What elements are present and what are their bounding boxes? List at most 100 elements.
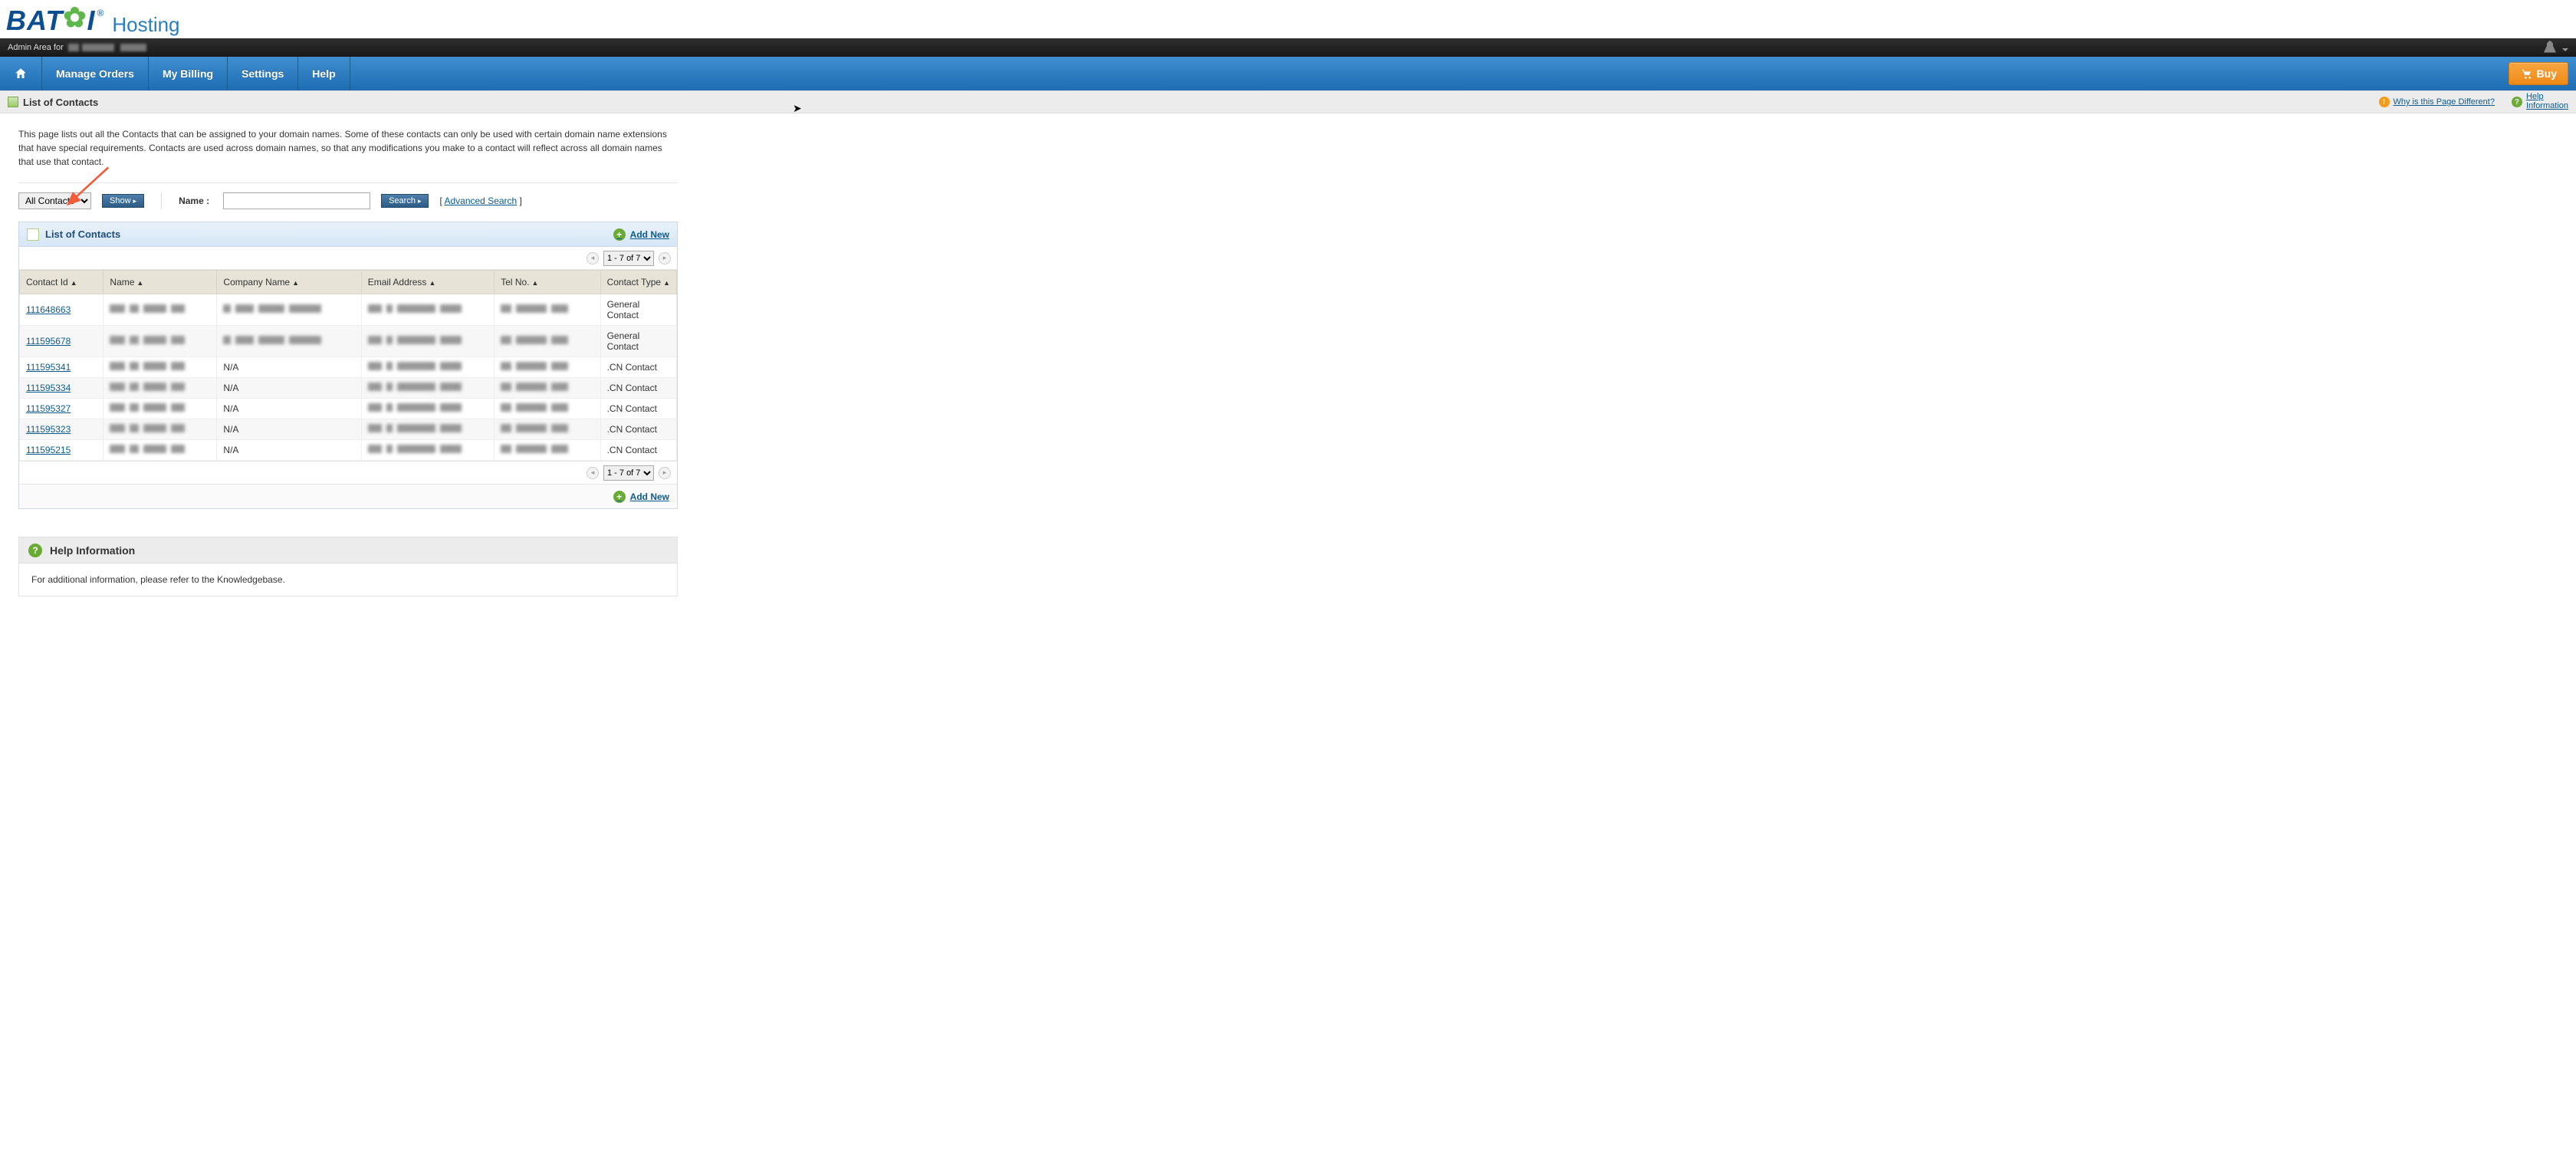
arrow-right-icon: ▸ [133,197,137,205]
cell-tel [495,326,600,357]
sort-asc-icon: ▲ [532,279,539,287]
user-menu[interactable] [2544,41,2568,55]
panel-title: List of Contacts [45,228,120,240]
col-contact-id[interactable]: Contact Id▲ [20,271,104,294]
brand-logo: BAT✿I® [6,5,104,37]
cell-tel [495,378,600,399]
contact-id-link[interactable]: 111595334 [26,383,71,393]
col-company[interactable]: Company Name▲ [217,271,361,294]
cell-email [361,357,494,378]
pager-next[interactable]: ▸ [659,467,671,479]
show-button[interactable]: Show▸ [102,194,144,208]
plus-icon: + [613,228,626,241]
page-icon [8,97,18,107]
why-different-link[interactable]: ! Why is this Page Different? [2379,97,2495,107]
pager-next[interactable]: ▸ [659,252,671,264]
panel-icon [27,228,39,241]
help-icon: ? [28,544,42,557]
nav-my-billing[interactable]: My Billing [149,57,228,90]
cell-type: .CN Contact [600,440,676,461]
contact-id-link[interactable]: 111595215 [26,445,71,455]
cell-company: N/A [217,419,361,440]
page-title: List of Contacts [23,97,98,108]
cell-tel [495,357,600,378]
page-description: This page lists out all the Contacts tha… [18,127,678,169]
main-content: This page lists out all the Contacts tha… [0,113,696,610]
pager-prev[interactable]: ◂ [586,252,599,264]
sort-asc-icon: ▲ [292,279,299,287]
nav-help[interactable]: Help [298,57,350,90]
col-email[interactable]: Email Address▲ [361,271,494,294]
name-input[interactable] [223,192,370,209]
pager-bottom: ◂ 1 - 7 of 7 ▸ [19,461,677,484]
col-type[interactable]: Contact Type▲ [600,271,676,294]
plus-icon: + [613,491,626,503]
cell-tel [495,440,600,461]
cell-tel [495,294,600,326]
pager-top: ◂ 1 - 7 of 7 ▸ [19,247,677,270]
cell-company [217,294,361,326]
nav-manage-orders[interactable]: Manage Orders [42,57,149,90]
navbar: Manage Orders My Billing Settings Help B… [0,57,2576,90]
add-new-top[interactable]: + Add New [613,228,669,241]
arrow-right-icon: ▸ [418,197,422,205]
cell-email [361,326,494,357]
table-row: 111648663 General Contact [20,294,677,326]
contact-id-link[interactable]: 111595341 [26,362,71,373]
nav-home[interactable] [0,57,42,90]
search-label: Search [389,196,416,205]
pager-select-top[interactable]: 1 - 7 of 7 [603,251,654,266]
cell-company: N/A [217,440,361,461]
cell-name [104,419,217,440]
table-row: 111595678General Contact [20,326,677,357]
col-tel[interactable]: Tel No.▲ [495,271,600,294]
cell-type: .CN Contact [600,357,676,378]
cell-type: .CN Contact [600,378,676,399]
cell-email [361,294,494,326]
cell-name [104,378,217,399]
contact-id-link[interactable]: 111595327 [26,403,71,414]
table-row: 111595334 N/A .CN Contact [20,378,677,399]
add-new-bottom[interactable]: + Add New [613,491,669,503]
table-row: 111595323 N/A .CN Contact [20,419,677,440]
user-icon [2544,41,2556,53]
nav-settings[interactable]: Settings [228,57,298,90]
chevron-down-icon [2562,48,2568,54]
add-new-label: Add New [630,229,669,240]
show-label: Show [110,196,131,205]
contact-id-link[interactable]: 111595323 [26,424,71,435]
help-body: For additional information, please refer… [19,564,677,596]
advanced-search-wrap: [ Advanced Search ] [439,196,521,206]
cell-type: .CN Contact [600,419,676,440]
cell-type: General Contact [600,294,676,326]
cell-company: N/A [217,378,361,399]
add-new-label: Add New [630,491,669,502]
contact-id-link[interactable]: 111595678 [26,336,71,347]
col-name[interactable]: Name▲ [104,271,217,294]
cell-type: .CN Contact [600,399,676,419]
admin-bar: Admin Area for [0,38,2576,57]
help-info-box: ? Help Information For additional inform… [18,537,678,596]
buy-button[interactable]: Buy [2509,62,2568,85]
sort-asc-icon: ▲ [663,279,670,287]
cell-name [104,326,217,357]
contacts-table: Contact Id▲ Name▲ Company Name▲ Email Ad… [19,270,677,461]
table-row: 111595215 N/A .CN Contact [20,440,677,461]
pager-prev[interactable]: ◂ [586,467,599,479]
advanced-search-link[interactable]: Advanced Search [444,196,517,206]
cell-company [217,326,361,357]
contact-id-link[interactable]: 111648663 [26,304,71,315]
contact-type-filter[interactable]: All Contacts [18,192,91,209]
search-button[interactable]: Search▸ [381,194,429,208]
buy-label: Buy [2537,67,2557,80]
info-icon: ! [2379,97,2390,107]
pager-select-bottom[interactable]: 1 - 7 of 7 [603,465,654,481]
logo-bar: BAT✿I® Hosting [0,0,2576,38]
help-info-link[interactable]: ? Help Information [2512,93,2568,110]
help-title: Help Information [50,544,135,557]
filters: All Contacts Show▸ Name : Search▸ [ Adva… [18,192,678,209]
cell-company: N/A [217,357,361,378]
cell-name [104,357,217,378]
name-label: Name : [179,196,209,206]
cell-name [104,294,217,326]
